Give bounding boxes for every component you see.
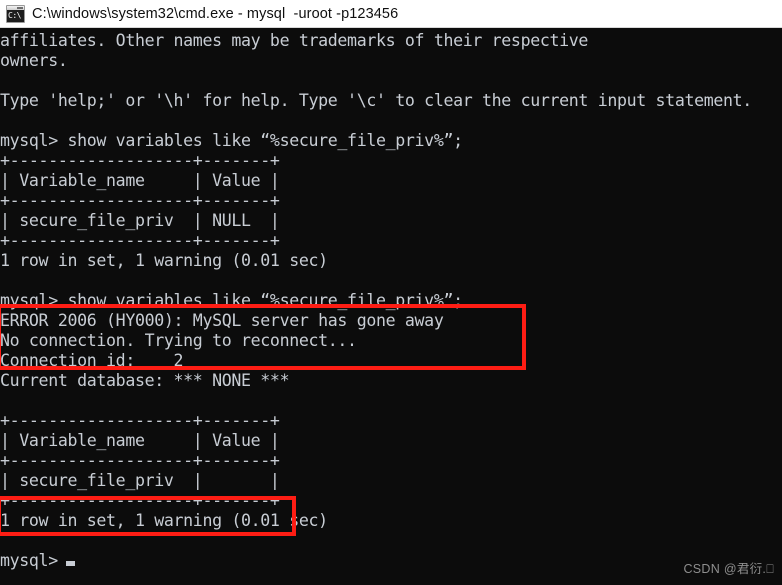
console-output-area[interactable]: affiliates. Other names may be trademark… xyxy=(0,28,782,585)
console-line-reconnect: No connection. Trying to reconnect... xyxy=(0,331,357,350)
console-line-table-border: +-------------------+-------+ xyxy=(0,151,280,170)
csdn-watermark: CSDN @君衍.⎕ xyxy=(683,562,774,576)
cmd-icon-prompt-glyph: C:\ xyxy=(8,10,21,20)
console-line-table-border: +-------------------+-------+ xyxy=(0,451,280,470)
console-text-buffer: affiliates. Other names may be trademark… xyxy=(0,31,782,571)
console-line-table-border: +-------------------+-------+ xyxy=(0,411,280,430)
text-cursor xyxy=(65,561,75,566)
console-line-table-row: | secure_file_priv | NULL | xyxy=(0,211,280,230)
window-titlebar: C:\ C:\windows\system32\cmd.exe - mysql … xyxy=(0,0,782,28)
console-line: Type 'help;' or '\h' for help. Type '\c'… xyxy=(0,91,752,110)
console-line-command: mysql> show variables like “%secure_file… xyxy=(0,291,463,310)
console-line-table-border: +-------------------+-------+ xyxy=(0,191,280,210)
window-title: C:\windows\system32\cmd.exe - mysql -uro… xyxy=(32,5,399,22)
console-line-command: mysql> show variables like “%secure_file… xyxy=(0,131,463,150)
console-line-table-header: | Variable_name | Value | xyxy=(0,431,280,450)
console-prompt: mysql> xyxy=(0,551,58,570)
console-line: owners. xyxy=(0,51,68,70)
console-line-connection-id: Connection id: 2 xyxy=(0,351,184,370)
console-line-current-database: Current database: *** NONE *** xyxy=(0,371,290,390)
console-line-error: ERROR 2006 (HY000): MySQL server has gon… xyxy=(0,311,444,330)
console-line-result-summary: 1 row in set, 1 warning (0.01 sec) xyxy=(0,251,328,270)
console-line-table-border: +-------------------+-------+ xyxy=(0,491,280,510)
console-line-result-summary: 1 row in set, 1 warning (0.01 sec) xyxy=(0,511,328,530)
console-line-table-header: | Variable_name | Value | xyxy=(0,171,280,190)
console-line-table-row: | secure_file_priv | | xyxy=(0,471,280,490)
console-prompt-line[interactable]: mysql> xyxy=(0,551,782,571)
console-line: affiliates. Other names may be trademark… xyxy=(0,31,589,50)
console-line-table-border: +-------------------+-------+ xyxy=(0,231,280,250)
cmd-console-icon: C:\ xyxy=(6,4,25,23)
cmd-window: C:\ C:\windows\system32\cmd.exe - mysql … xyxy=(0,0,782,585)
